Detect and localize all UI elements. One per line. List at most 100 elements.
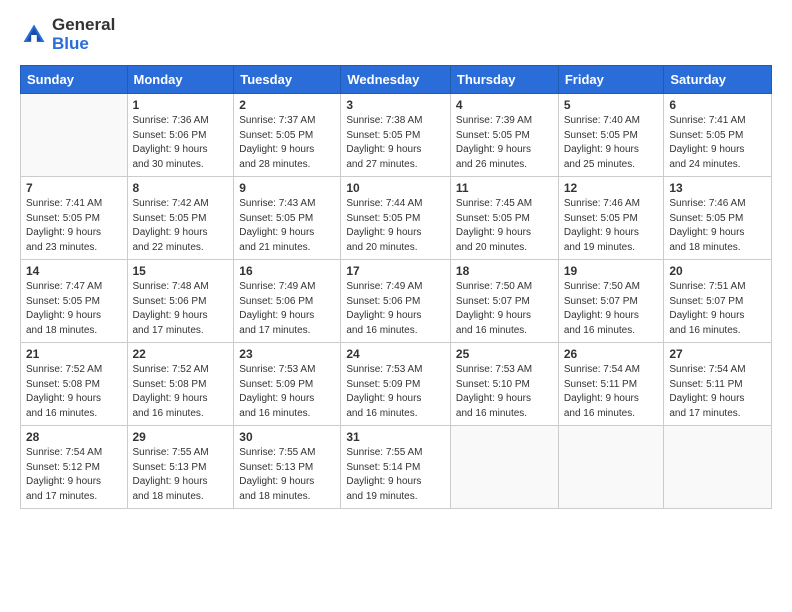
day-info: Sunrise: 7:39 AM Sunset: 5:05 PM Dayligh… [456, 114, 553, 172]
day-info: Sunrise: 7:43 AM Sunset: 5:05 PM Dayligh… [239, 197, 335, 255]
day-number: 19 [564, 264, 659, 278]
calendar-day-cell: 17Sunrise: 7:49 AM Sunset: 5:06 PM Dayli… [341, 260, 451, 343]
day-number: 2 [239, 98, 335, 112]
day-info: Sunrise: 7:54 AM Sunset: 5:11 PM Dayligh… [564, 363, 659, 421]
day-number: 18 [456, 264, 553, 278]
day-info: Sunrise: 7:54 AM Sunset: 5:12 PM Dayligh… [26, 446, 122, 504]
day-info: Sunrise: 7:53 AM Sunset: 5:09 PM Dayligh… [346, 363, 445, 421]
day-info: Sunrise: 7:53 AM Sunset: 5:09 PM Dayligh… [239, 363, 335, 421]
calendar-day-cell: 13 Sunrise: 7:46 AM Sunset: 5:05 PM Dayli… [664, 177, 772, 260]
calendar-week-row: 1 Sunrise: 7:36 AM Sunset: 5:06 PM Daylig… [21, 94, 772, 177]
day-number: 12 [564, 181, 659, 195]
day-info: Sunrise: 7:50 AM Sunset: 5:07 PM Dayligh… [456, 280, 553, 338]
day-number: 11 [456, 181, 553, 195]
day-number: 27 [669, 347, 766, 361]
calendar-day-cell: 25 Sunrise: 7:53 AM Sunset: 5:10 PM Dayli… [450, 343, 558, 426]
day-number: 9 [239, 181, 335, 195]
calendar-day-cell: 4Sunrise: 7:39 AM Sunset: 5:05 PM Daylig… [450, 94, 558, 177]
day-info: Sunrise: 7:49 AM Sunset: 5:06 PM Dayligh… [239, 280, 335, 338]
calendar-day-cell: 5 Sunrise: 7:40 AM Sunset: 5:05 PM Daylig… [558, 94, 664, 177]
day-info: Sunrise: 7:41 AM Sunset: 5:05 PM Dayligh… [26, 197, 122, 255]
day-number: 10 [346, 181, 445, 195]
calendar-day-cell: 19Sunrise: 7:50 AM Sunset: 5:07 PM Dayli… [558, 260, 664, 343]
day-info: Sunrise: 7:44 AM Sunset: 5:05 PM Dayligh… [346, 197, 445, 255]
day-number: 6 [669, 98, 766, 112]
calendar-day-cell: 10 Sunrise: 7:44 AM Sunset: 5:05 PM Dayli… [341, 177, 451, 260]
calendar-day-cell: 27 Sunrise: 7:54 AM Sunset: 5:11 PM Dayli… [664, 343, 772, 426]
calendar-day-cell [558, 426, 664, 509]
calendar-header-sunday: Sunday [21, 66, 128, 94]
day-number: 23 [239, 347, 335, 361]
logo-text: General Blue [52, 16, 115, 53]
calendar-day-cell: 3 Sunrise: 7:38 AM Sunset: 5:05 PM Daylig… [341, 94, 451, 177]
day-number: 25 [456, 347, 553, 361]
logo: General Blue [20, 16, 115, 53]
calendar-day-cell: 14 Sunrise: 7:47 AM Sunset: 5:05 PM Dayli… [21, 260, 128, 343]
day-info: Sunrise: 7:36 AM Sunset: 5:06 PM Dayligh… [133, 114, 229, 172]
day-number: 20 [669, 264, 766, 278]
calendar-day-cell: 8Sunrise: 7:42 AM Sunset: 5:05 PM Daylig… [127, 177, 234, 260]
day-number: 29 [133, 430, 229, 444]
day-info: Sunrise: 7:55 AM Sunset: 5:14 PM Dayligh… [346, 446, 445, 504]
calendar-header-saturday: Saturday [664, 66, 772, 94]
calendar-day-cell: 30Sunrise: 7:55 AM Sunset: 5:13 PM Dayli… [234, 426, 341, 509]
calendar-day-cell: 24 Sunrise: 7:53 AM Sunset: 5:09 PM Dayli… [341, 343, 451, 426]
calendar-day-cell: 22 Sunrise: 7:52 AM Sunset: 5:08 PM Dayli… [127, 343, 234, 426]
calendar-day-cell: 7Sunrise: 7:41 AM Sunset: 5:05 PM Daylig… [21, 177, 128, 260]
calendar-day-cell: 29 Sunrise: 7:55 AM Sunset: 5:13 PM Dayli… [127, 426, 234, 509]
calendar-day-cell: 23 Sunrise: 7:53 AM Sunset: 5:09 PM Dayli… [234, 343, 341, 426]
day-info: Sunrise: 7:47 AM Sunset: 5:05 PM Dayligh… [26, 280, 122, 338]
calendar-day-cell: 1 Sunrise: 7:36 AM Sunset: 5:06 PM Daylig… [127, 94, 234, 177]
day-info: Sunrise: 7:54 AM Sunset: 5:11 PM Dayligh… [669, 363, 766, 421]
calendar-header-tuesday: Tuesday [234, 66, 341, 94]
day-info: Sunrise: 7:53 AM Sunset: 5:10 PM Dayligh… [456, 363, 553, 421]
day-number: 14 [26, 264, 122, 278]
day-info: Sunrise: 7:41 AM Sunset: 5:05 PM Dayligh… [669, 114, 766, 172]
calendar-day-cell [450, 426, 558, 509]
day-number: 28 [26, 430, 122, 444]
day-number: 17 [346, 264, 445, 278]
calendar-header-wednesday: Wednesday [341, 66, 451, 94]
calendar-day-cell: 31 Sunrise: 7:55 AM Sunset: 5:14 PM Dayli… [341, 426, 451, 509]
day-info: Sunrise: 7:46 AM Sunset: 5:05 PM Dayligh… [669, 197, 766, 255]
calendar-day-cell: 20 Sunrise: 7:51 AM Sunset: 5:07 PM Dayli… [664, 260, 772, 343]
day-number: 22 [133, 347, 229, 361]
calendar-table: SundayMondayTuesdayWednesdayThursdayFrid… [20, 65, 772, 509]
calendar-day-cell [21, 94, 128, 177]
day-number: 31 [346, 430, 445, 444]
day-info: Sunrise: 7:45 AM Sunset: 5:05 PM Dayligh… [456, 197, 553, 255]
day-info: Sunrise: 7:52 AM Sunset: 5:08 PM Dayligh… [133, 363, 229, 421]
day-number: 13 [669, 181, 766, 195]
calendar-header-row: SundayMondayTuesdayWednesdayThursdayFrid… [21, 66, 772, 94]
calendar-day-cell: 11 Sunrise: 7:45 AM Sunset: 5:05 PM Dayli… [450, 177, 558, 260]
calendar-day-cell: 28 Sunrise: 7:54 AM Sunset: 5:12 PM Dayli… [21, 426, 128, 509]
calendar-header-thursday: Thursday [450, 66, 558, 94]
calendar-day-cell: 12 Sunrise: 7:46 AM Sunset: 5:05 PM Dayli… [558, 177, 664, 260]
day-number: 26 [564, 347, 659, 361]
calendar-header-friday: Friday [558, 66, 664, 94]
day-number: 3 [346, 98, 445, 112]
calendar-day-cell [664, 426, 772, 509]
day-number: 1 [133, 98, 229, 112]
header: General Blue [20, 16, 772, 53]
day-number: 24 [346, 347, 445, 361]
calendar-week-row: 7Sunrise: 7:41 AM Sunset: 5:05 PM Daylig… [21, 177, 772, 260]
day-info: Sunrise: 7:55 AM Sunset: 5:13 PM Dayligh… [133, 446, 229, 504]
day-info: Sunrise: 7:40 AM Sunset: 5:05 PM Dayligh… [564, 114, 659, 172]
day-info: Sunrise: 7:42 AM Sunset: 5:05 PM Dayligh… [133, 197, 229, 255]
calendar-day-cell: 15Sunrise: 7:48 AM Sunset: 5:06 PM Dayli… [127, 260, 234, 343]
day-info: Sunrise: 7:51 AM Sunset: 5:07 PM Dayligh… [669, 280, 766, 338]
day-info: Sunrise: 7:38 AM Sunset: 5:05 PM Dayligh… [346, 114, 445, 172]
day-info: Sunrise: 7:55 AM Sunset: 5:13 PM Dayligh… [239, 446, 335, 504]
calendar-week-row: 21Sunrise: 7:52 AM Sunset: 5:08 PM Dayli… [21, 343, 772, 426]
page-container: General Blue SundayMondayTuesdayWednesda… [0, 0, 792, 519]
calendar-day-cell: 18 Sunrise: 7:50 AM Sunset: 5:07 PM Dayli… [450, 260, 558, 343]
day-info: Sunrise: 7:46 AM Sunset: 5:05 PM Dayligh… [564, 197, 659, 255]
calendar-day-cell: 16Sunrise: 7:49 AM Sunset: 5:06 PM Dayli… [234, 260, 341, 343]
calendar-day-cell: 26 Sunrise: 7:54 AM Sunset: 5:11 PM Dayli… [558, 343, 664, 426]
day-number: 5 [564, 98, 659, 112]
calendar-header-monday: Monday [127, 66, 234, 94]
logo-icon [20, 21, 48, 49]
day-info: Sunrise: 7:52 AM Sunset: 5:08 PM Dayligh… [26, 363, 122, 421]
day-info: Sunrise: 7:48 AM Sunset: 5:06 PM Dayligh… [133, 280, 229, 338]
